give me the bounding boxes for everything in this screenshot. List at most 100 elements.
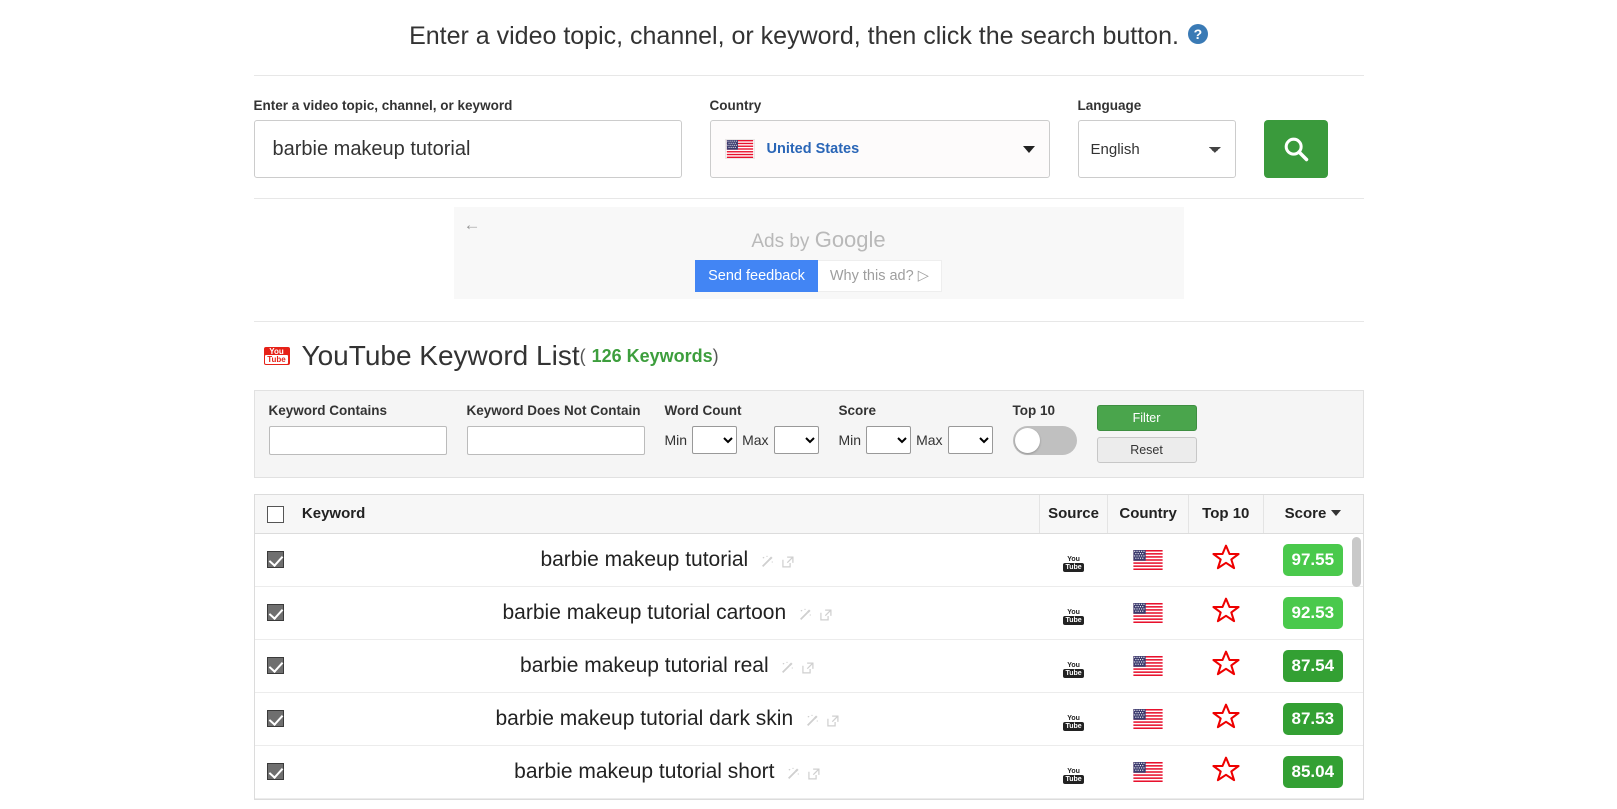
keyword-column-header[interactable]: Keyword xyxy=(295,495,1040,534)
score-badge: 87.53 xyxy=(1282,702,1343,735)
why-this-ad-button[interactable]: Why this ad? ▷ xyxy=(817,260,942,292)
score-min-select[interactable] xyxy=(866,426,912,454)
filter-score-group: Score Min Max xyxy=(839,403,993,454)
filter-top10-group: Top 10 xyxy=(1012,403,1077,455)
country-field-group: Country United States xyxy=(709,98,1050,178)
star-icon[interactable] xyxy=(1211,702,1241,731)
filter-not-contains-label: Keyword Does Not Contain xyxy=(466,403,641,418)
sort-desc-icon xyxy=(1331,510,1342,517)
search-input[interactable] xyxy=(253,120,682,178)
row-checkbox[interactable] xyxy=(266,603,284,621)
row-country-cell xyxy=(1107,639,1189,693)
external-link-icon[interactable] xyxy=(826,714,840,728)
row-action-icons xyxy=(805,712,840,729)
row-top10-cell xyxy=(1188,692,1264,746)
score-range: Min Max xyxy=(839,426,993,454)
keyword-field-group: Enter a video topic, channel, or keyword xyxy=(253,98,682,178)
magic-wand-icon[interactable] xyxy=(786,767,800,781)
row-keyword-cell: barbie makeup tutorial dark skin xyxy=(295,692,1040,746)
us-flag-icon xyxy=(1133,708,1163,729)
country-column-header[interactable]: Country xyxy=(1107,495,1189,534)
magic-wand-icon[interactable] xyxy=(780,661,794,675)
language-select[interactable]: English xyxy=(1077,120,1236,178)
star-icon[interactable] xyxy=(1211,543,1241,572)
star-icon[interactable] xyxy=(1211,755,1241,784)
word-count-min-label: Min xyxy=(664,432,688,448)
score-column-header[interactable]: Score xyxy=(1262,495,1363,534)
score-max-select[interactable] xyxy=(947,426,993,454)
row-keyword-cell: barbie makeup tutorial cartoon xyxy=(295,586,1040,640)
row-checkbox[interactable] xyxy=(266,550,284,568)
source-column-header[interactable]: Source xyxy=(1038,495,1108,534)
row-keyword-text: barbie makeup tutorial short xyxy=(514,759,775,783)
row-country-cell xyxy=(1107,586,1189,640)
star-icon[interactable] xyxy=(1211,649,1241,678)
keyword-list-header: You Tube YouTube Keyword List (126 Keywo… xyxy=(254,322,1364,380)
send-feedback-button[interactable]: Send feedback xyxy=(695,260,818,292)
magic-wand-icon[interactable] xyxy=(798,608,812,622)
row-source-cell: You Tube xyxy=(1039,533,1108,587)
keyword-list-title: YouTube Keyword List xyxy=(301,340,580,371)
magic-wand-icon[interactable] xyxy=(760,555,774,569)
keyword-table-container: Keyword Source Country Top 10 Score barb… xyxy=(253,494,1364,800)
filter-score-label: Score xyxy=(838,403,877,418)
back-arrow-icon[interactable]: ← xyxy=(464,216,481,233)
star-icon[interactable] xyxy=(1211,596,1241,625)
row-score-cell: 92.53 xyxy=(1263,586,1363,640)
external-link-icon[interactable] xyxy=(781,555,795,569)
keyword-input-label: Enter a video topic, channel, or keyword xyxy=(253,98,513,113)
filter-word-count-group: Word Count Min Max xyxy=(665,403,819,454)
youtube-source-icon: You Tube xyxy=(1063,555,1084,572)
row-top10-cell xyxy=(1188,745,1264,799)
top10-toggle[interactable] xyxy=(1012,426,1077,455)
filter-contains-group: Keyword Contains xyxy=(268,403,447,455)
row-top10-cell xyxy=(1188,639,1264,693)
row-select-cell xyxy=(254,639,296,693)
score-badge: 87.54 xyxy=(1282,649,1343,682)
row-score-cell: 87.54 xyxy=(1263,639,1363,693)
row-score-cell: 87.53 xyxy=(1263,692,1363,746)
table-row: barbie makeup tutorial short You Tube 85.… xyxy=(254,745,1363,799)
search-button[interactable] xyxy=(1263,120,1328,178)
row-checkbox[interactable] xyxy=(266,656,284,674)
score-max-label: Max xyxy=(916,432,943,448)
youtube-source-icon: You Tube xyxy=(1063,714,1084,731)
row-action-icons xyxy=(780,659,815,676)
filter-not-contains-input[interactable] xyxy=(466,426,645,455)
help-circle-icon[interactable]: ? xyxy=(1187,23,1208,44)
external-link-icon[interactable] xyxy=(819,608,833,622)
row-action-icons xyxy=(786,765,821,782)
external-link-icon[interactable] xyxy=(807,767,821,781)
youtube-logo-bottom: Tube xyxy=(263,355,290,365)
ads-container: ← Ads by Google Send feedback Why this a… xyxy=(254,199,1364,299)
language-select-label: Language xyxy=(1077,98,1142,113)
select-all-checkbox[interactable] xyxy=(266,505,284,523)
us-flag-icon xyxy=(1133,549,1163,570)
us-flag-icon xyxy=(1133,655,1163,676)
table-scrollbar[interactable] xyxy=(1351,537,1361,792)
row-keyword-cell: barbie makeup tutorial real xyxy=(295,639,1040,693)
ads-by-google-label: Ads by Google xyxy=(454,207,1184,253)
row-checkbox[interactable] xyxy=(266,709,284,727)
row-keyword-text: barbie makeup tutorial xyxy=(540,547,749,571)
us-flag-icon xyxy=(724,139,755,159)
row-source-cell: You Tube xyxy=(1039,586,1108,640)
youtube-source-icon: You Tube xyxy=(1063,767,1084,784)
word-count-max-select[interactable] xyxy=(773,426,819,454)
top10-column-header[interactable]: Top 10 xyxy=(1188,495,1264,534)
youtube-source-icon: You Tube xyxy=(1063,608,1084,625)
table-scrollbar-thumb[interactable] xyxy=(1351,537,1361,587)
youtube-logo-icon: You Tube xyxy=(261,345,292,367)
reset-button[interactable]: Reset xyxy=(1096,437,1197,463)
country-select-label: Country xyxy=(709,98,762,113)
score-column-label: Score xyxy=(1284,505,1327,523)
filter-button[interactable]: Filter xyxy=(1096,405,1197,431)
row-top10-cell xyxy=(1188,533,1264,587)
search-icon xyxy=(1284,137,1308,162)
filter-contains-input[interactable] xyxy=(268,426,447,455)
country-select[interactable]: United States xyxy=(709,120,1050,178)
row-checkbox[interactable] xyxy=(266,762,284,780)
word-count-min-select[interactable] xyxy=(692,426,738,454)
magic-wand-icon[interactable] xyxy=(805,714,819,728)
external-link-icon[interactable] xyxy=(801,661,815,675)
